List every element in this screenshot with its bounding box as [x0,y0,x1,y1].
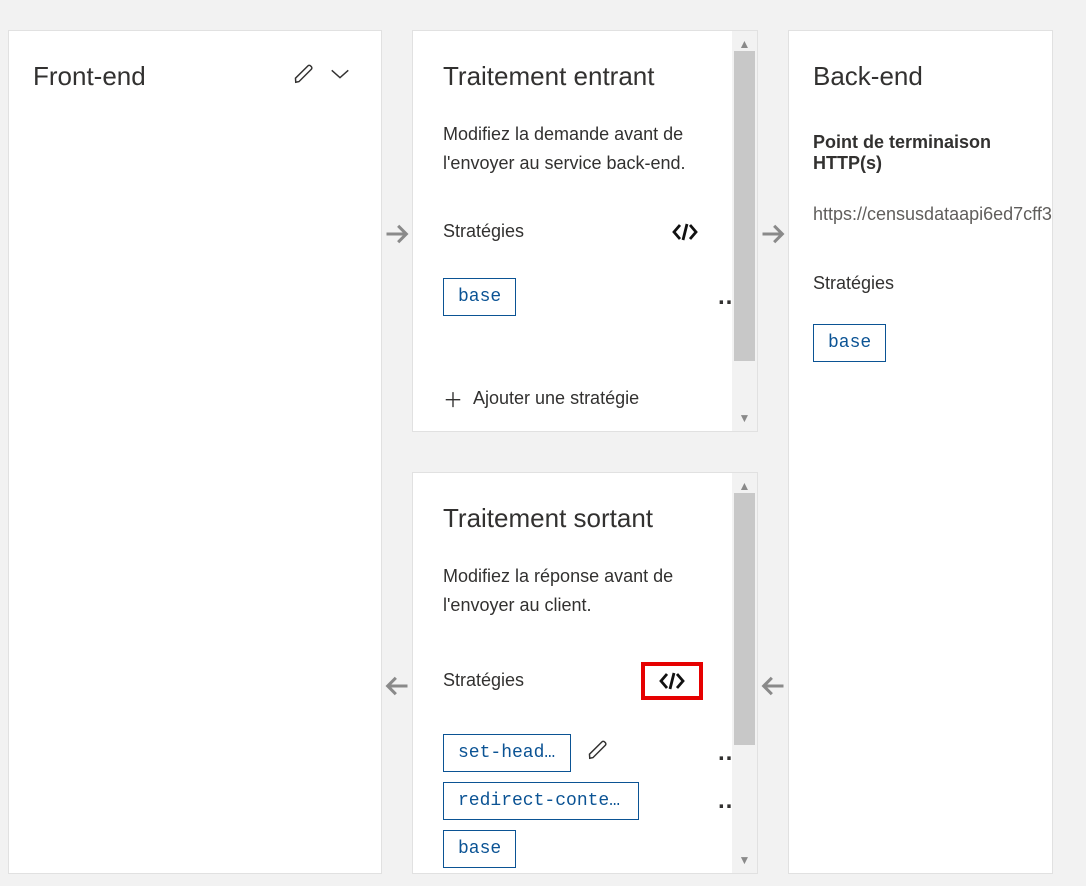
inbound-desc: Modifiez la demande avant de l'envoyer a… [443,120,703,178]
chevron-down-icon[interactable] [329,67,351,86]
frontend-panel: Front-end [8,30,382,874]
policy-chip-base[interactable]: base [443,830,516,868]
edit-icon[interactable] [293,63,315,90]
add-policy-label: Ajouter une stratégie [473,388,639,409]
scroll-up-icon[interactable]: ▲ [739,479,751,493]
policy-row: base [813,324,1052,362]
policy-row: set-head… … [443,734,757,772]
inbound-strategies-label: Stratégies [443,221,524,242]
outbound-strategies-label: Stratégies [443,670,524,691]
plus-icon: ＋ [443,384,463,413]
policy-row: redirect-conte… … [443,782,757,820]
policy-row: base … [443,278,757,316]
edit-icon[interactable] [587,739,609,766]
scrollbar[interactable]: ▲ ▼ [732,31,757,431]
backend-endpoint-label: Point de terminaison HTTP(s) [813,132,1052,174]
scroll-down-icon[interactable]: ▼ [739,411,751,425]
scroll-up-icon[interactable]: ▲ [739,37,751,51]
backend-panel: Back-end Point de terminaison HTTP(s) ht… [788,30,1053,874]
flow-arrows-left [382,30,412,886]
policy-chip-set-header[interactable]: set-head… [443,734,571,772]
processing-column: Traitement entrant Modifiez la demande a… [412,30,758,886]
code-editor-icon[interactable] [667,220,703,244]
policy-chip-redirect[interactable]: redirect-conte… [443,782,639,820]
outbound-panel: Traitement sortant Modifiez la réponse a… [412,472,758,874]
policy-row: base [443,830,757,868]
backend-url: https://censusdataapi6ed7cff3 [813,204,1052,225]
backend-strategies-label: Stratégies [813,273,1052,294]
frontend-title: Front-end [33,61,146,92]
arrow-right-icon [759,220,787,248]
outbound-desc: Modifiez la réponse avant de l'envoyer a… [443,562,703,620]
inbound-panel: Traitement entrant Modifiez la demande a… [412,30,758,432]
arrow-left-icon [759,672,787,700]
backend-title: Back-end [813,61,1052,92]
arrow-right-icon [383,220,411,248]
flow-arrows-right [758,30,788,886]
arrow-left-icon [383,672,411,700]
scrollbar[interactable]: ▲ ▼ [732,473,757,873]
code-editor-icon-highlighted[interactable] [641,662,703,700]
inbound-title: Traitement entrant [443,61,757,92]
add-policy-button[interactable]: ＋ Ajouter une stratégie [443,384,639,413]
outbound-title: Traitement sortant [443,503,757,534]
policy-chip-base[interactable]: base [813,324,886,362]
policy-chip-base[interactable]: base [443,278,516,316]
scroll-down-icon[interactable]: ▼ [739,853,751,867]
